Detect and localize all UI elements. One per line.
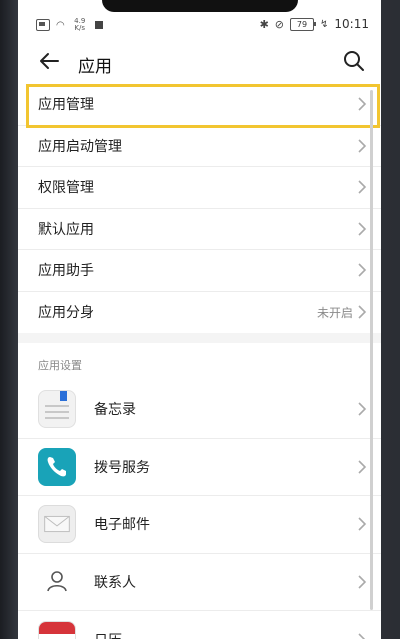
menu-item-label: 权限管理 xyxy=(38,180,94,197)
chevron-right-icon xyxy=(358,575,367,589)
menu-item-permission-management[interactable]: 权限管理 xyxy=(18,167,381,209)
chevron-right-icon xyxy=(358,460,367,474)
charging-icon: ↯ xyxy=(320,18,329,30)
network-speed-unit: K/s xyxy=(74,24,86,32)
menu-item-label: 应用分身 xyxy=(38,305,94,322)
app-item-label: 备忘录 xyxy=(94,402,136,419)
chevron-right-icon xyxy=(358,305,367,319)
sim-icon xyxy=(36,19,50,31)
app-menu-list: 应用管理 应用启动管理 权限管理 默认应用 应用助手 应用分身 未开启 应用设置… xyxy=(18,84,381,639)
phone-icon xyxy=(38,447,76,486)
menu-item-startup-management[interactable]: 应用启动管理 xyxy=(18,126,381,167)
app-item-calendar[interactable]: 日历 xyxy=(18,611,381,639)
back-arrow-icon[interactable] xyxy=(38,50,60,72)
menu-item-label: 应用助手 xyxy=(38,263,94,280)
wifi-icon: ◠ xyxy=(56,19,65,31)
chevron-right-icon xyxy=(358,402,367,416)
app-item-email[interactable]: 电子邮件 xyxy=(18,496,381,554)
app-item-label: 联系人 xyxy=(94,574,136,591)
calendar-icon xyxy=(38,620,76,639)
battery-icon: 79 xyxy=(290,17,317,31)
notification-icon xyxy=(94,21,103,29)
menu-item-default-apps[interactable]: 默认应用 xyxy=(18,209,381,250)
section-divider xyxy=(18,333,381,343)
menu-item-label: 应用管理 xyxy=(38,97,94,114)
chevron-right-icon xyxy=(358,263,367,277)
menu-item-app-management[interactable]: 应用管理 xyxy=(18,84,381,126)
battery-level: 79 xyxy=(296,19,308,29)
chevron-right-icon xyxy=(358,517,367,531)
memo-icon xyxy=(38,390,76,429)
screen: ◠ 4.9 K/s ✱ ⊘ 79 ↯ 10:11 应用 应用管理 应用启动管理 … xyxy=(18,0,381,639)
clock: 10:11 xyxy=(334,17,369,31)
section-label-app-settings: 应用设置 xyxy=(38,359,82,372)
contacts-icon xyxy=(38,563,76,601)
menu-item-label: 默认应用 xyxy=(38,221,94,238)
network-speed: 4.9 K/s xyxy=(71,18,89,32)
chevron-right-icon xyxy=(358,139,367,153)
app-item-memo[interactable]: 备忘录 xyxy=(18,381,381,439)
search-icon[interactable] xyxy=(343,50,365,72)
title-bar: 应用 xyxy=(18,46,381,86)
app-item-dialer[interactable]: 拨号服务 xyxy=(18,439,381,496)
app-twin-status: 未开启 xyxy=(316,305,353,320)
app-item-contacts[interactable]: 联系人 xyxy=(18,554,381,611)
mute-icon: ⊘ xyxy=(274,17,285,31)
app-item-label: 电子邮件 xyxy=(94,517,150,534)
bluetooth-icon: ✱ xyxy=(259,17,269,31)
app-item-label: 拨号服务 xyxy=(94,459,150,476)
chevron-right-icon xyxy=(358,222,367,236)
scrollbar[interactable] xyxy=(370,90,373,610)
app-item-label: 日历 xyxy=(94,630,122,639)
status-bar: ◠ 4.9 K/s ✱ ⊘ 79 ↯ 10:11 xyxy=(18,0,381,40)
menu-item-label: 应用启动管理 xyxy=(38,138,122,155)
chevron-right-icon xyxy=(358,180,367,194)
menu-item-app-assistant[interactable]: 应用助手 xyxy=(18,250,381,292)
chevron-right-icon xyxy=(358,633,366,639)
mail-icon xyxy=(38,505,76,544)
menu-item-app-twin[interactable]: 应用分身 未开启 xyxy=(18,292,381,334)
page-title: 应用 xyxy=(78,57,112,77)
chevron-right-icon xyxy=(358,97,367,111)
